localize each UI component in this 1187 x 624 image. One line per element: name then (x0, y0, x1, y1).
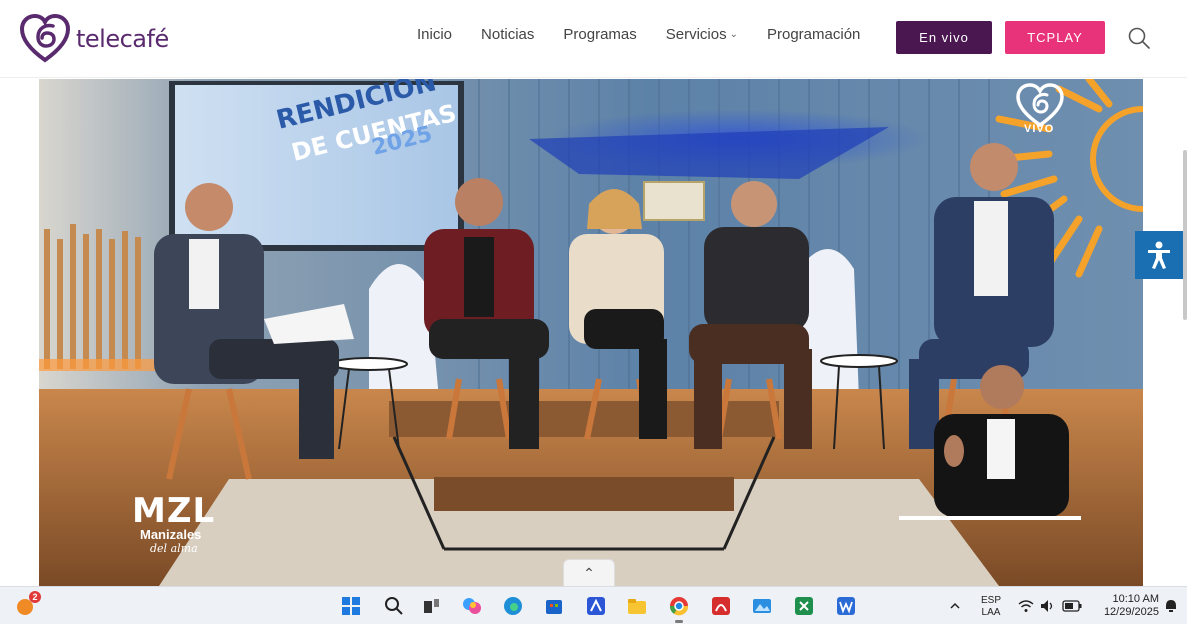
app-icon[interactable] (586, 596, 606, 616)
clock-time: 10:10 AM (1112, 593, 1159, 605)
notification-icon[interactable] (1163, 598, 1179, 614)
language-indicator[interactable]: ESP LAA (981, 595, 1001, 619)
nav-inicio[interactable]: Inicio (417, 26, 452, 43)
windows-taskbar: 2 ESP LAA 10:10 AM 12/29/2025 (0, 586, 1187, 624)
en-vivo-button[interactable]: En vivo (896, 21, 992, 54)
nav-servicios[interactable]: Servicios ⌄ (666, 26, 738, 43)
accessibility-button[interactable] (1135, 231, 1183, 279)
task-view-icon[interactable] (421, 596, 441, 616)
copilot-icon[interactable] (462, 596, 482, 616)
telecafe-logo-icon (19, 13, 71, 63)
nav-label: Servicios (665, 26, 727, 43)
start-icon[interactable] (341, 596, 361, 616)
nav-label: Programas (563, 26, 637, 43)
chevron-down-icon: ⌄ (729, 29, 738, 40)
chrome-icon[interactable] (669, 596, 689, 616)
volume-icon[interactable] (1039, 598, 1055, 614)
photos-icon[interactable] (752, 596, 772, 616)
nav-label: Noticias (481, 26, 535, 43)
clock-date: 12/29/2025 (1103, 606, 1159, 618)
search-icon[interactable] (384, 596, 404, 616)
chevron-up-icon[interactable] (948, 599, 962, 613)
mzl-big-text: MZL (132, 491, 216, 531)
mzl-watermark: MZL Manizales del alma (132, 491, 216, 555)
nav-noticias[interactable]: Noticias (481, 26, 534, 43)
logo-text: telecafé (76, 25, 169, 53)
active-app-indicator (675, 620, 683, 623)
page-scrollbar[interactable] (1183, 150, 1187, 320)
excel-icon[interactable] (794, 596, 814, 616)
page: telecafé Inicio Noticias Programas Servi… (0, 0, 1187, 624)
file-explorer-icon[interactable] (627, 596, 647, 616)
lang-line-1: ESP (981, 595, 1002, 606)
weather-badge: 2 (29, 591, 41, 603)
scroll-up-button[interactable]: ⌃ (563, 559, 615, 586)
system-clock[interactable]: 10:10 AM 12/29/2025 (1097, 593, 1159, 619)
wifi-icon[interactable] (1018, 598, 1034, 614)
site-header: telecafé Inicio Noticias Programas Servi… (0, 0, 1187, 78)
nav-label: Programación (767, 26, 861, 43)
nav-programas[interactable]: Programas (563, 26, 636, 43)
lang-line-2: LAA (981, 607, 1001, 618)
live-video-player[interactable]: RENDICIÓN DE CUENTAS 2025 MZL Manizales … (39, 79, 1143, 586)
acrobat-icon[interactable] (711, 596, 731, 616)
tcplay-button[interactable]: TCPLAY (1005, 21, 1105, 54)
battery-icon[interactable] (1062, 600, 1082, 612)
store-icon[interactable] (544, 596, 564, 616)
mzl-script-text: del alma (150, 542, 198, 555)
nav-programacion[interactable]: Programación (767, 26, 860, 43)
edge-icon[interactable] (503, 596, 523, 616)
accessibility-icon (1148, 241, 1170, 269)
chevron-up-icon: ⌃ (583, 564, 595, 581)
live-label: VIVO (1024, 123, 1055, 135)
telecafe-logo[interactable]: telecafé (18, 12, 169, 66)
main-nav: Inicio Noticias Programas Servicios ⌄ Pro… (417, 26, 889, 43)
search-icon[interactable] (1126, 25, 1152, 51)
nav-label: Inicio (417, 26, 453, 43)
word-icon[interactable] (836, 596, 856, 616)
